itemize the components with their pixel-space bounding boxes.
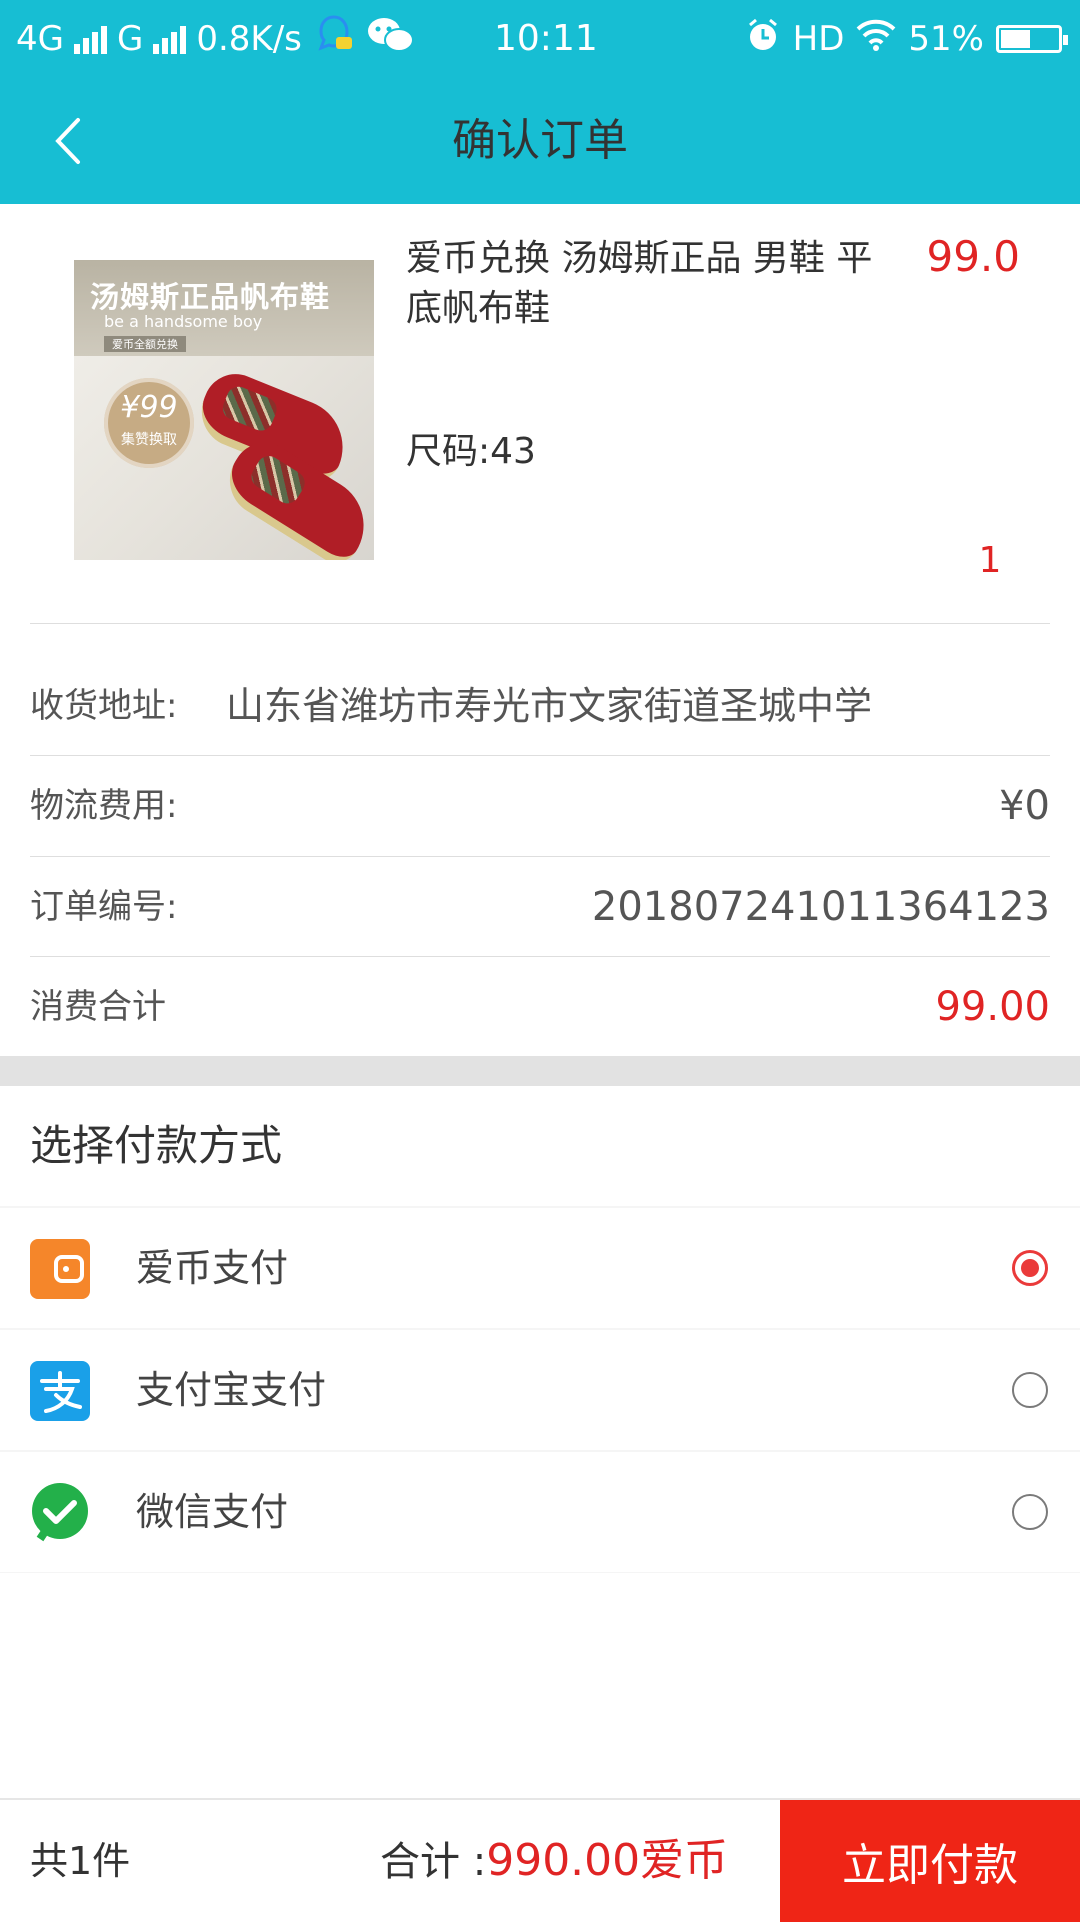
total-row: 消费合计 99.00: [30, 957, 1050, 1057]
product-quantity: 1: [978, 540, 1002, 581]
product-card[interactable]: 汤姆斯正品帆布鞋 be a handsome boy 爱币全额兑换 ¥99 集赞…: [0, 204, 1080, 624]
nav-bar: 确认订单: [0, 78, 1080, 204]
status-bar: 4G G 0.8K/s 10:11 HD 51%: [0, 0, 1080, 78]
battery-percent: 51%: [908, 19, 984, 59]
product-price: 99.0: [926, 232, 1020, 281]
payment-label: 支付宝支付: [136, 1368, 327, 1412]
payment-option-alipay[interactable]: 支付宝支付: [0, 1328, 1080, 1451]
section-separator: [0, 1056, 1080, 1086]
status-left: 4G G 0.8K/s: [16, 14, 416, 64]
network-speed: 0.8K/s: [196, 19, 302, 59]
network-type-1: 4G: [16, 19, 64, 59]
alipay-icon: [30, 1361, 90, 1421]
total-label: 消费合计: [30, 987, 166, 1027]
order-number-row: 订单编号: 201807241011364123: [30, 857, 1050, 957]
qq-notification-icon: [312, 13, 356, 66]
status-time: 10:11: [494, 18, 598, 59]
alarm-icon: [745, 17, 781, 62]
order-number-label: 订单编号:: [30, 887, 178, 927]
payment-label: 爱币支付: [136, 1246, 289, 1290]
wechat-pay-icon: [30, 1483, 90, 1543]
network-type-2: G: [116, 19, 144, 59]
product-title: 爱币兑换 汤姆斯正品 男鞋 平底帆布鞋: [406, 238, 873, 329]
footer-total-amount: 990.00爱币: [486, 1835, 729, 1886]
address-label: 收货地址:: [30, 686, 178, 726]
image-badge-price: ¥99: [120, 390, 178, 425]
shipping-value: ¥0: [999, 783, 1050, 829]
image-badge-text: 集赞换取: [121, 432, 177, 448]
footer-total: 合计 :990.00爱币: [380, 1800, 728, 1922]
signal-icon-2: [153, 24, 187, 54]
shipping-row: 物流费用: ¥0: [30, 756, 1050, 856]
total-value: 99.00: [935, 984, 1050, 1030]
item-count: 共1件: [30, 1839, 131, 1883]
radio-alipay[interactable]: [1012, 1372, 1048, 1408]
hd-indicator: HD: [792, 19, 845, 59]
payment-option-wechat[interactable]: 微信支付: [0, 1450, 1080, 1573]
radio-aibi[interactable]: [1012, 1250, 1048, 1286]
image-price-badge: ¥99 集赞换取: [104, 378, 194, 468]
image-banner-subtitle: be a handsome boy: [104, 312, 263, 331]
battery-icon: [996, 25, 1068, 53]
radio-wechat[interactable]: [1012, 1494, 1048, 1530]
address-value: 山东省潍坊市寿光市文家街道圣城中学: [226, 684, 873, 728]
wechat-notification-icon: [366, 13, 416, 66]
image-banner: 汤姆斯正品帆布鞋 be a handsome boy 爱币全额兑换: [74, 260, 374, 356]
payment-label: 微信支付: [136, 1490, 289, 1534]
divider: [30, 623, 1050, 624]
wifi-icon: [856, 19, 896, 60]
product-size: 尺码:43: [406, 431, 536, 472]
image-banner-tag: 爱币全额兑换: [104, 336, 186, 352]
page-title: 确认订单: [452, 115, 628, 166]
wallet-icon: [30, 1239, 90, 1299]
product-image[interactable]: 汤姆斯正品帆布鞋 be a handsome boy 爱币全额兑换 ¥99 集赞…: [74, 260, 374, 560]
divider: [0, 1572, 1080, 1573]
payment-option-aibi[interactable]: 爱币支付: [0, 1206, 1080, 1329]
pay-now-button[interactable]: 立即付款: [780, 1800, 1080, 1922]
shipping-label: 物流费用:: [30, 786, 178, 826]
checkout-bar: 共1件 合计 :990.00爱币 立即付款: [0, 1798, 1080, 1922]
image-banner-title: 汤姆斯正品帆布鞋: [90, 280, 331, 314]
signal-icon: [73, 24, 107, 54]
payment-heading: 选择付款方式: [30, 1121, 283, 1170]
status-right: HD 51%: [745, 14, 1068, 64]
order-number-value: 201807241011364123: [591, 884, 1050, 930]
footer-total-label: 合计 :: [380, 1839, 487, 1885]
address-row[interactable]: 收货地址: 山东省潍坊市寿光市文家街道圣城中学: [30, 656, 1050, 756]
